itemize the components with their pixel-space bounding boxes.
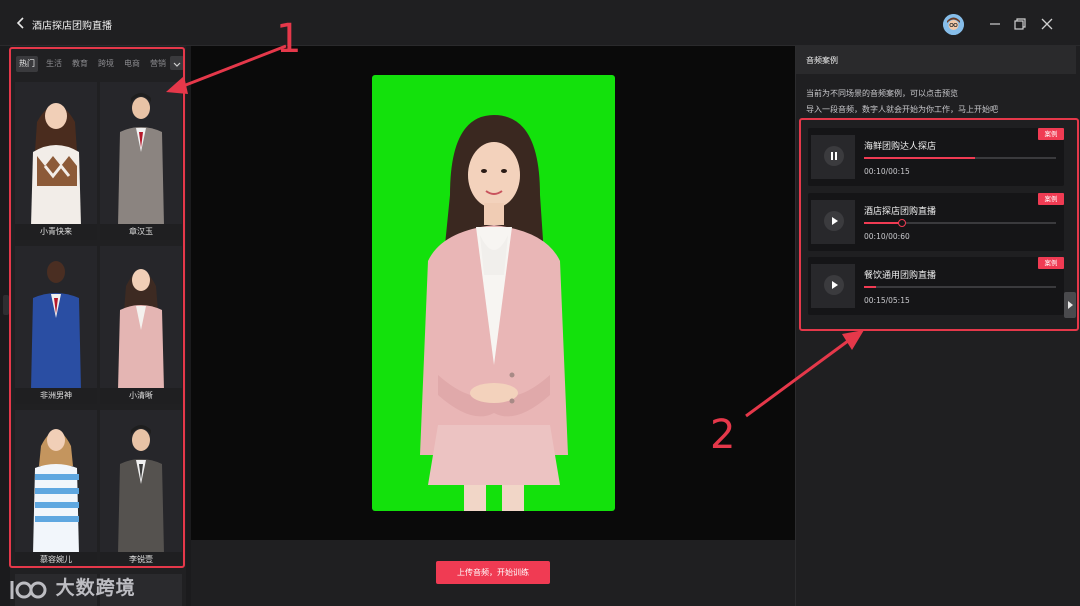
page-title: 酒店探店团购直播 bbox=[32, 21, 112, 32]
green-screen-preview bbox=[372, 75, 615, 511]
close-icon[interactable] bbox=[1038, 15, 1056, 33]
audio-progress-track[interactable] bbox=[864, 286, 1056, 288]
back-arrow-icon[interactable] bbox=[14, 16, 28, 30]
watermark-logo-icon bbox=[10, 580, 47, 599]
action-bar: 上传音频，开始训练 bbox=[191, 540, 795, 606]
chevron-down-icon bbox=[173, 62, 181, 67]
sample-badge: 案例 bbox=[1038, 193, 1064, 205]
minimize-icon[interactable] bbox=[986, 15, 1004, 33]
audio-title: 海鲜团购达人探店 bbox=[864, 142, 937, 152]
panel-description: 当前为不同场景的音频案例，可以点击预览 bbox=[806, 89, 958, 98]
pause-icon bbox=[831, 152, 837, 160]
watermark-text: 大数跨境 bbox=[55, 577, 136, 599]
avatar-name: 小清晰 bbox=[100, 388, 182, 404]
audio-progress-track[interactable] bbox=[864, 219, 1056, 227]
annotation-number-1: 1 bbox=[276, 16, 302, 62]
avatar-card[interactable]: 小青快来 bbox=[15, 82, 97, 240]
play-button[interactable] bbox=[824, 211, 844, 231]
avatar-card[interactable]: 慕容婉儿 bbox=[15, 410, 97, 568]
restore-icon[interactable] bbox=[1011, 15, 1029, 33]
play-icon bbox=[832, 281, 838, 289]
audio-progress-fill bbox=[864, 286, 876, 288]
audio-time: 00:15/05:15 bbox=[864, 296, 910, 305]
audio-progress-fill bbox=[864, 157, 976, 159]
digital-human-figure bbox=[420, 115, 568, 511]
avatar-portrait bbox=[15, 246, 97, 390]
audio-progress-track[interactable] bbox=[864, 157, 1056, 159]
tabs-expand-button[interactable] bbox=[170, 56, 184, 70]
avatar-portrait bbox=[100, 410, 182, 554]
title-bar: 酒店探店团购直播 bbox=[0, 0, 1080, 46]
play-icon bbox=[832, 217, 838, 225]
audio-thumbnail bbox=[811, 200, 855, 244]
audio-time: 00:10/00:60 bbox=[864, 232, 910, 241]
avatar-portrait bbox=[100, 82, 182, 226]
avatar-name: 小青快来 bbox=[15, 224, 97, 240]
audio-sample-item[interactable]: 海鲜团购达人探店 00:10/00:15 案例 bbox=[808, 128, 1064, 186]
upload-audio-train-button[interactable]: 上传音频，开始训练 bbox=[436, 561, 550, 584]
avatar-portrait bbox=[15, 410, 97, 554]
audio-samples-panel: 音频案例 当前为不同场景的音频案例，可以点击预览 导入一段音频，数字人就会开始为… bbox=[795, 46, 1080, 606]
audio-progress-fill bbox=[864, 222, 903, 224]
avatar-card[interactable]: 小清晰 bbox=[100, 246, 182, 404]
annotation-number-2: 2 bbox=[710, 412, 736, 458]
sample-badge: 案例 bbox=[1038, 128, 1064, 140]
audio-thumbnail bbox=[811, 264, 855, 308]
category-tabs: 热门 生活 教育 跨境 电商 营销 bbox=[16, 56, 184, 72]
avatar-card[interactable]: 李锐壹 bbox=[100, 410, 182, 568]
audio-title: 餐饮通用团购直播 bbox=[864, 271, 937, 281]
audio-sample-item[interactable]: 餐饮通用团购直播 00:15/05:15 案例 bbox=[808, 257, 1064, 315]
preview-area bbox=[191, 46, 795, 540]
user-avatar[interactable] bbox=[943, 14, 964, 35]
watermark-logo: 大数跨境 bbox=[8, 573, 136, 599]
progress-knob[interactable] bbox=[898, 219, 906, 227]
tab-marketing[interactable]: 营销 bbox=[147, 56, 169, 72]
caret-right-icon bbox=[1068, 301, 1073, 309]
audio-sample-item[interactable]: 酒店探店团购直播 00:10/00:60 案例 bbox=[808, 193, 1064, 251]
sample-badge: 案例 bbox=[1038, 257, 1064, 269]
avatar-card[interactable]: 章汉玉 bbox=[100, 82, 182, 240]
avatar-portrait bbox=[15, 82, 97, 226]
panel-header: 音频案例 bbox=[796, 46, 1076, 74]
audio-time: 00:10/00:15 bbox=[864, 167, 910, 176]
avatar-name: 章汉玉 bbox=[100, 224, 182, 240]
scroll-right-button[interactable] bbox=[1064, 292, 1076, 318]
tab-hot[interactable]: 热门 bbox=[16, 56, 38, 72]
avatar-name: 李锐壹 bbox=[100, 552, 182, 568]
collapse-left-handle[interactable] bbox=[3, 295, 9, 315]
avatar-library-panel: 热门 生活 教育 跨境 电商 营销 小青快来 章汉玉 非洲男神 小清晰 慕容婉儿… bbox=[10, 46, 186, 606]
panel-description: 导入一段音频，数字人就会开始为你工作，马上开始吧 bbox=[806, 105, 998, 114]
tab-life[interactable]: 生活 bbox=[43, 56, 65, 72]
tab-education[interactable]: 教育 bbox=[69, 56, 91, 72]
panel-title: 音频案例 bbox=[806, 56, 838, 65]
audio-title: 酒店探店团购直播 bbox=[864, 207, 937, 217]
tab-crossborder[interactable]: 跨境 bbox=[95, 56, 117, 72]
tab-ecommerce[interactable]: 电商 bbox=[121, 56, 143, 72]
avatar-name: 非洲男神 bbox=[15, 388, 97, 404]
audio-thumbnail bbox=[811, 135, 855, 179]
avatar-name: 慕容婉儿 bbox=[15, 552, 97, 568]
pause-button[interactable] bbox=[824, 146, 844, 166]
avatar-portrait bbox=[100, 246, 182, 390]
play-button[interactable] bbox=[824, 275, 844, 295]
avatar-card[interactable]: 非洲男神 bbox=[15, 246, 97, 404]
